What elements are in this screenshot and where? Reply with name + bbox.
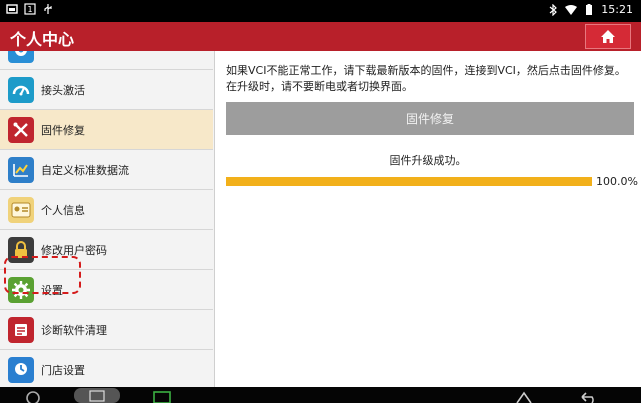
home-nav-icon[interactable] xyxy=(514,389,534,403)
progress-bar xyxy=(226,177,592,186)
wrench-screwdriver-icon xyxy=(8,117,34,143)
sidebar-item-custom-datastream[interactable]: 自定义标准数据流 xyxy=(0,150,213,190)
sidebar: 接头激活 固件修复 自定义标准数据流 个人信息 修改用户密码 设置 诊断软件清理… xyxy=(0,51,215,387)
gallery-icon[interactable] xyxy=(74,388,120,403)
screenshot-icon xyxy=(6,4,18,14)
sidebar-item-firmware-fix[interactable]: 固件修复 xyxy=(0,110,213,150)
gear-icon xyxy=(8,51,34,63)
back-icon[interactable] xyxy=(578,389,600,403)
sidebar-item-label: 门店设置 xyxy=(41,364,85,377)
status-bar: 1 15:21 xyxy=(0,0,641,22)
sidebar-item-store-settings[interactable]: 门店设置 xyxy=(0,350,213,387)
bluetooth-icon xyxy=(549,3,558,16)
store-icon xyxy=(8,357,34,383)
navigation-bar xyxy=(0,387,641,403)
sidebar-item-label: 接头激活 xyxy=(41,84,85,97)
sidebar-item-label: 个人信息 xyxy=(41,204,85,217)
main-content: 如果VCI不能正常工作，请下载最新版本的固件，连接到VCI，然后点击固件修复。在… xyxy=(215,51,641,387)
svg-text:1: 1 xyxy=(27,5,32,14)
upgrade-status: 固件升级成功。 xyxy=(389,154,467,167)
firmware-fix-button[interactable]: 固件修复 xyxy=(226,102,634,135)
app-icon[interactable] xyxy=(24,389,42,403)
sidebar-item-connector-activation[interactable]: 接头激活 xyxy=(0,70,213,110)
clock: 15:21 xyxy=(601,3,633,16)
home-icon xyxy=(601,30,615,43)
sidebar-item-label: 诊断软件清理 xyxy=(41,324,107,337)
progress-fill xyxy=(226,177,592,186)
page-title: 个人中心 xyxy=(10,30,75,49)
sidebar-item-software-cleanup[interactable]: 诊断软件清理 xyxy=(0,310,213,350)
cleanup-icon xyxy=(8,317,34,343)
gauge-icon xyxy=(8,77,34,103)
home-button[interactable] xyxy=(585,24,631,49)
progress-label: 100.0% xyxy=(596,175,638,188)
firmware-description: 如果VCI不能正常工作，请下载最新版本的固件，连接到VCI，然后点击固件修复。在… xyxy=(226,64,626,93)
sidebar-item-personal-info[interactable]: 个人信息 xyxy=(0,190,213,230)
sidebar-item-label: 固件修复 xyxy=(41,124,85,137)
usb-icon xyxy=(44,4,52,14)
title-bar: 个人中心 xyxy=(0,22,641,51)
notification-icon: 1 xyxy=(24,3,36,15)
vci-icon[interactable] xyxy=(150,389,174,403)
wifi-icon xyxy=(565,4,578,15)
sidebar-item-partial[interactable] xyxy=(0,51,213,70)
chart-icon xyxy=(8,157,34,183)
battery-icon xyxy=(586,3,593,15)
highlight-annotation xyxy=(4,256,81,294)
id-card-icon xyxy=(8,197,34,223)
sidebar-item-label: 自定义标准数据流 xyxy=(41,164,129,177)
